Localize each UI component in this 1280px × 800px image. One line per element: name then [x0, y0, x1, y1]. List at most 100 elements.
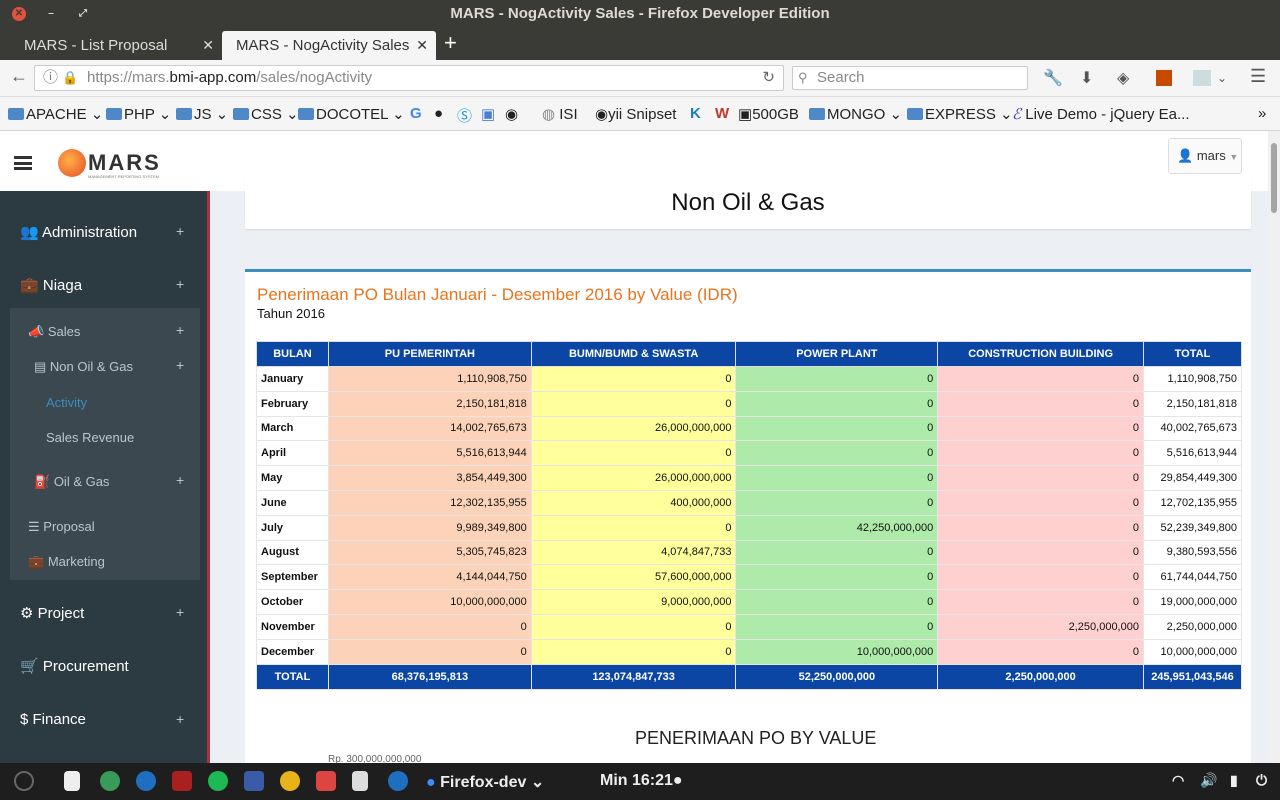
- terminal-icon[interactable]: [172, 771, 192, 791]
- pocket-icon[interactable]: ◈: [1117, 68, 1129, 88]
- chrome-icon[interactable]: [280, 771, 300, 791]
- navigation-bar: ← ⓘ 🔒 https://mars.bmi-app.com/sales/nog…: [0, 60, 1280, 97]
- bookmark-label: DOCOTEL: [316, 106, 388, 123]
- download-icon[interactable]: ⬇: [1080, 68, 1093, 88]
- wifi-icon[interactable]: ◠: [1172, 772, 1184, 789]
- extension-s3-icon[interactable]: [1193, 70, 1211, 86]
- wa-icon[interactable]: W: [715, 105, 729, 122]
- sidebar-item-sales-revenue[interactable]: Sales Revenue: [46, 430, 134, 445]
- search-input[interactable]: ⚲ Search: [792, 66, 1028, 90]
- info-icon[interactable]: ⓘ: [43, 66, 58, 90]
- briefcase-icon: 💼: [28, 554, 45, 569]
- more-bookmarks-icon[interactable]: »: [1258, 105, 1266, 122]
- report-box: Penerimaan PO Bulan Januari - Desember 2…: [245, 269, 1251, 763]
- expand-icon[interactable]: +: [176, 276, 184, 292]
- value-cell: 3,854,449,300: [327, 465, 532, 491]
- sidebar-item-procurement[interactable]: 🛒 Procurement: [20, 657, 129, 675]
- reload-icon[interactable]: ↻: [762, 66, 775, 90]
- skype-icon[interactable]: Ⓢ: [457, 105, 472, 126]
- new-tab-icon[interactable]: +: [444, 30, 457, 56]
- bookmark-link[interactable]: ▣500GB: [738, 105, 799, 123]
- total-cell: 2,250,000,000: [937, 663, 1144, 690]
- clock-text: Min 16:21: [600, 772, 673, 789]
- month-cell: March: [256, 415, 329, 442]
- bookmark-folder[interactable]: JS ⌄: [176, 105, 228, 123]
- close-tab-icon[interactable]: ✕: [416, 31, 428, 60]
- bookmark-folder[interactable]: DOCOTEL ⌄: [298, 105, 405, 123]
- sidebar-toggle-icon[interactable]: [14, 156, 32, 170]
- sidebar-item-marketing[interactable]: 💼 Marketing: [28, 554, 105, 570]
- close-tab-icon[interactable]: ✕: [202, 31, 214, 60]
- github-icon[interactable]: ●: [434, 105, 443, 122]
- spotify-icon[interactable]: [208, 771, 228, 791]
- value-cell: 0: [937, 366, 1144, 392]
- value-cell: 52,239,349,800: [1142, 514, 1243, 541]
- battery-icon[interactable]: ▮: [1230, 772, 1238, 789]
- app-icon[interactable]: [244, 771, 264, 791]
- bookmark-link[interactable]: ◍ ISI: [542, 105, 578, 123]
- bookmark-folder[interactable]: EXPRESS ⌄: [907, 105, 1013, 123]
- sidebar-item-proposal[interactable]: ☰ Proposal: [28, 519, 95, 535]
- sidebar-item-finance[interactable]: $ Finance: [20, 711, 86, 728]
- table-header-row: BULAN PU PEMERINTAH BUMN/BUMD & SWASTA POWE…: [256, 341, 1243, 367]
- github-icon[interactable]: ◉: [505, 105, 518, 123]
- tab-list-proposal[interactable]: MARS - List Proposal ✕: [10, 31, 222, 60]
- text-editor-icon[interactable]: [64, 771, 80, 791]
- value-cell: 5,516,613,944: [1142, 440, 1243, 467]
- scrollbar-thumb[interactable]: [1271, 143, 1277, 213]
- photos-icon[interactable]: [316, 771, 336, 791]
- sidebar-item-oil-gas[interactable]: ⛽ Oil & Gas: [34, 474, 109, 490]
- close-window-icon[interactable]: ✕: [12, 7, 26, 21]
- column-header: BULAN: [256, 341, 329, 367]
- tab-nogactivity-sales[interactable]: MARS - NogActivity Sales ✕: [222, 31, 436, 60]
- chevron-down-icon[interactable]: ⌄: [1217, 71, 1227, 85]
- bookmark-folder[interactable]: CSS ⌄: [233, 105, 299, 123]
- ubuntu-dash-icon[interactable]: [14, 771, 34, 791]
- url-bar[interactable]: ⓘ 🔒 https://mars.bmi-app.com/sales/nogAc…: [34, 65, 784, 91]
- expand-icon[interactable]: +: [176, 223, 184, 239]
- web-page: MARS MANAGEMENT REPORTING SYSTEM 👤 mars …: [0, 131, 1268, 763]
- bookmark-link[interactable]: ℰ Live Demo - jQuery Ea...: [1012, 105, 1190, 123]
- expand-icon[interactable]: +: [176, 604, 184, 620]
- extension-icon[interactable]: [1156, 70, 1172, 86]
- page-scrollbar[interactable]: [1268, 131, 1280, 763]
- bookmark-folder[interactable]: PHP ⌄: [106, 105, 171, 123]
- expand-icon[interactable]: +: [176, 357, 184, 373]
- sidebar-item-niaga[interactable]: 💼 Niaga: [20, 276, 82, 294]
- document-icon[interactable]: [352, 771, 368, 791]
- bookmark-link[interactable]: ◉yii Snipset: [595, 105, 676, 123]
- wrench-icon[interactable]: 🔧: [1043, 68, 1063, 88]
- google-icon[interactable]: G: [410, 105, 422, 122]
- logo-subtext: MANAGEMENT REPORTING SYSTEM: [88, 174, 159, 179]
- app-icon[interactable]: [100, 771, 120, 791]
- power-icon[interactable]: ⏻: [1256, 772, 1267, 789]
- firefox-dev-icon[interactable]: [388, 771, 408, 791]
- back-arrow-icon[interactable]: ←: [10, 66, 28, 87]
- sidebar-item-activity[interactable]: Activity: [46, 395, 87, 410]
- menu-icon[interactable]: ☰: [1250, 66, 1266, 87]
- sidebar-item-non-oil-gas[interactable]: ▤ Non Oil & Gas: [34, 359, 133, 375]
- expand-icon[interactable]: +: [176, 472, 184, 488]
- active-app-label[interactable]: ● Firefox-dev ⌄: [426, 772, 544, 792]
- page-title: Non Oil & Gas: [671, 189, 825, 216]
- value-cell: 10,000,000,000: [327, 589, 532, 615]
- bookmark-folder[interactable]: APACHE ⌄: [8, 105, 103, 123]
- user-icon: 👤: [1177, 148, 1194, 163]
- sidebar-item-administration[interactable]: 👥 Administration: [20, 223, 137, 241]
- url-prefix: https://mars.: [87, 69, 170, 86]
- value-cell: 1,110,908,750: [327, 366, 532, 392]
- bookmark-folder[interactable]: MONGO ⌄: [809, 105, 902, 123]
- maximize-window-icon[interactable]: ⤢: [76, 7, 90, 21]
- minimize-window-icon[interactable]: –: [44, 7, 58, 21]
- expand-icon[interactable]: +: [176, 322, 184, 338]
- month-cell: May: [256, 465, 329, 491]
- sidebar-item-project[interactable]: ⚙ Project: [20, 604, 84, 622]
- k-icon[interactable]: K: [690, 105, 701, 122]
- volume-icon[interactable]: 🔊: [1200, 772, 1217, 789]
- sidebar-item-sales[interactable]: 📣 Sales: [28, 324, 80, 340]
- firefox-icon[interactable]: [136, 771, 156, 791]
- clock[interactable]: Min 16:21●: [600, 772, 683, 790]
- user-menu-button[interactable]: 👤 mars ▼: [1168, 138, 1242, 174]
- translate-icon[interactable]: ▣: [481, 105, 495, 123]
- expand-icon[interactable]: +: [176, 711, 184, 727]
